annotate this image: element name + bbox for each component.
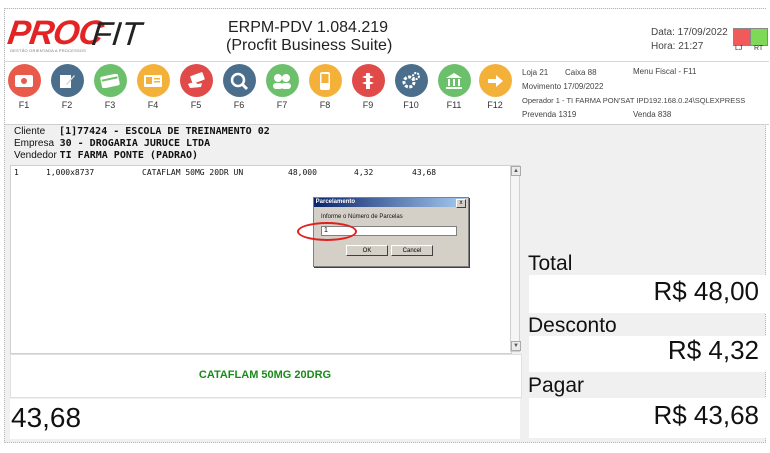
users-icon bbox=[265, 64, 299, 97]
item-seq: 1 bbox=[14, 168, 19, 177]
f11-label: F11 bbox=[446, 100, 462, 110]
cancel-button[interactable]: Cancel bbox=[391, 245, 433, 256]
dialog-title: Parcelamento bbox=[314, 198, 466, 207]
current-product-name: CATAFLAM 50MG 20DRG bbox=[198, 369, 332, 381]
f5-label: F5 bbox=[190, 100, 202, 110]
scroll-down-icon[interactable]: ▼ bbox=[511, 341, 521, 351]
f8-button[interactable]: F8 bbox=[307, 64, 343, 110]
f2-button[interactable]: F2 bbox=[49, 64, 85, 110]
vendedor-line: Vendedor TI FARMA PONTE (PADRAO) bbox=[14, 150, 198, 161]
f2-label: F2 bbox=[61, 100, 73, 110]
dialog-prompt: Informe o Número de Parcelas bbox=[321, 214, 403, 220]
vendedor-label: Vendedor bbox=[14, 150, 57, 161]
f10-label: F10 bbox=[403, 100, 419, 110]
money-icon bbox=[7, 64, 41, 97]
item-discount: 4,32 bbox=[354, 168, 374, 177]
prevenda-info: Prevenda 1319 bbox=[522, 110, 577, 119]
lj-status-indicator bbox=[733, 28, 751, 46]
mobile-icon bbox=[308, 64, 342, 97]
item-total: 43,68 bbox=[412, 168, 437, 177]
lj-label: LJ bbox=[735, 45, 743, 52]
caixa-info: Caixa 88 bbox=[565, 68, 597, 77]
hand-card-icon bbox=[179, 64, 213, 97]
current-value: 43,68 bbox=[11, 402, 82, 433]
vendedor-value: TI FARMA PONTE (PADRAO) bbox=[59, 150, 199, 161]
item-desc: CATAFLAM 50MG 20DR UN bbox=[142, 168, 244, 177]
pagar-value: R$ 43,68 bbox=[653, 400, 759, 430]
desconto-value: R$ 4,32 bbox=[667, 335, 759, 365]
f7-button[interactable]: F7 bbox=[264, 64, 300, 110]
id-card-icon bbox=[136, 64, 170, 97]
pagar-label: Pagar bbox=[528, 374, 585, 397]
total-value: R$ 48,00 bbox=[653, 276, 759, 306]
cliente-value: [1]77424 - ESCOLA DE TREINAMENTO 02 bbox=[59, 126, 270, 137]
item-price: 48,000 bbox=[288, 168, 317, 177]
dialog-title-text: Parcelamento bbox=[315, 199, 356, 205]
operador-info: Operador 1 - TI FARMA PON'SAT IPD192.168… bbox=[522, 96, 746, 105]
f1-button[interactable]: F1 bbox=[6, 64, 42, 110]
f6-button[interactable]: F6 bbox=[221, 64, 257, 110]
f8-label: F8 bbox=[319, 100, 331, 110]
item-list-scrollbar[interactable]: ▲ ▼ bbox=[510, 165, 521, 352]
edit-icon bbox=[50, 64, 84, 97]
f10-button[interactable]: F10 bbox=[393, 64, 429, 110]
f6-label: F6 bbox=[233, 100, 245, 110]
f1-label: F1 bbox=[18, 100, 30, 110]
f7-label: F7 bbox=[276, 100, 288, 110]
menu-fiscal-link[interactable]: Menu Fiscal - F11 bbox=[633, 67, 696, 76]
f9-label: F9 bbox=[362, 100, 374, 110]
medical-icon bbox=[351, 64, 385, 97]
app-subtitle: (Procfit Business Suite) bbox=[226, 37, 393, 54]
cliente-line: Cliente [1]77424 - ESCOLA DE TREINAMENTO… bbox=[14, 126, 270, 137]
f12-button[interactable]: F12 bbox=[477, 64, 513, 110]
logo-fit: FIT bbox=[90, 15, 144, 52]
f12-label: F12 bbox=[487, 100, 503, 110]
f9-button[interactable]: F9 bbox=[350, 64, 386, 110]
total-label: Total bbox=[528, 252, 573, 275]
bank-icon bbox=[437, 64, 471, 97]
f3-button[interactable]: F3 bbox=[92, 64, 128, 110]
card-icon bbox=[93, 64, 127, 97]
arrow-right-icon bbox=[478, 64, 512, 97]
close-icon[interactable]: x bbox=[456, 199, 466, 208]
f11-button[interactable]: F11 bbox=[436, 64, 472, 110]
rt-label: RT bbox=[754, 45, 764, 52]
empresa-label: Empresa bbox=[14, 138, 55, 149]
item-qty: 1,000x8737 bbox=[46, 168, 95, 177]
f4-button[interactable]: F4 bbox=[135, 64, 171, 110]
current-value-box bbox=[10, 399, 520, 439]
scroll-up-icon[interactable]: ▲ bbox=[511, 166, 521, 176]
ok-button[interactable]: OK bbox=[346, 245, 388, 256]
date-label: Data: 17/09/2022 bbox=[651, 27, 728, 38]
search-icon bbox=[222, 64, 256, 97]
logo-tagline: GESTÃO ORIENTADA A PROCESSOS bbox=[10, 48, 86, 53]
empresa-value: 30 - DROGARIA JURUCE LTDA bbox=[59, 138, 211, 149]
app-title: ERPM-PDV 1.084.219 bbox=[228, 19, 389, 36]
movimento-info: Movimento 17/09/2022 bbox=[522, 82, 604, 91]
f3-label: F3 bbox=[104, 100, 116, 110]
gear-icon bbox=[394, 64, 428, 97]
cliente-label: Cliente bbox=[14, 126, 46, 137]
f5-button[interactable]: F5 bbox=[178, 64, 214, 110]
highlight-annotation bbox=[297, 222, 357, 241]
f4-label: F4 bbox=[147, 100, 159, 110]
loja-info: Loja 21 bbox=[522, 68, 549, 77]
time-label: Hora: 21:27 bbox=[651, 41, 704, 52]
rt-status-indicator bbox=[750, 28, 768, 46]
empresa-line: Empresa 30 - DROGARIA JURUCE LTDA bbox=[14, 138, 210, 149]
venda-info: Venda 838 bbox=[633, 110, 672, 119]
